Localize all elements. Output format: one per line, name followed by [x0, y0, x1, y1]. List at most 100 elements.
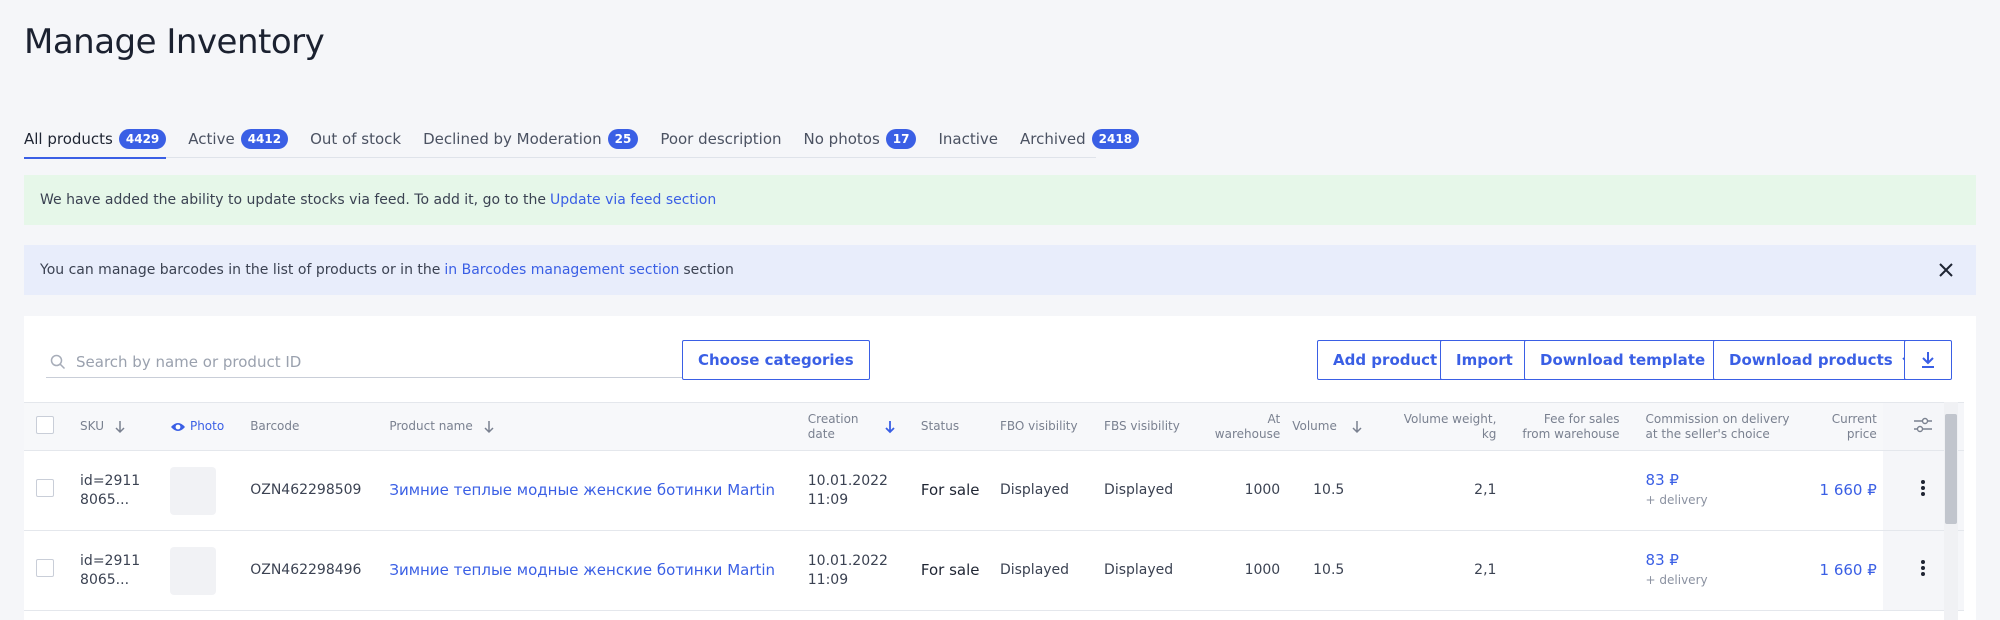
sku-line1: id=2911	[80, 552, 141, 569]
volume-cell: 10.5	[1286, 450, 1385, 531]
at-warehouse-header: At warehouse	[1198, 402, 1287, 451]
row-select-cell	[24, 530, 75, 611]
fee-cell	[1502, 530, 1626, 611]
commission-cell: 83 ₽ + delivery	[1625, 450, 1801, 531]
table-row[interactable]: id=2911 8065... OZN462298509 Зимние тепл…	[24, 450, 1964, 531]
creation-date-cell: 10.01.2022 11:09	[801, 530, 915, 611]
download-products-button[interactable]: Download products	[1713, 340, 1929, 380]
sort-down-icon	[484, 420, 494, 433]
date: 10.01.2022	[807, 552, 888, 569]
barcodes-management-link[interactable]: in Barcodes management section	[444, 262, 679, 278]
page-title: Manage Inventory	[24, 22, 325, 62]
sku-line1: id=2911	[80, 472, 141, 489]
product-photo-placeholder[interactable]	[170, 466, 217, 515]
tab-inactive[interactable]: Inactive	[938, 120, 998, 158]
sku-line2: 8065...	[80, 571, 130, 588]
fee-cell	[1502, 450, 1626, 531]
tab-declined-by-moderation[interactable]: Declined by Moderation 25	[423, 120, 639, 158]
scrollbar-thumb[interactable]	[1945, 414, 1957, 524]
header-label: FBS visibility	[1104, 419, 1180, 433]
tab-out-of-stock[interactable]: Out of stock	[310, 120, 401, 158]
tab-label: Declined by Moderation	[423, 129, 602, 148]
import-button[interactable]: Import	[1440, 340, 1529, 380]
update-via-feed-link[interactable]: Update via feed section	[550, 192, 716, 208]
sku-header[interactable]: SKU	[74, 402, 165, 451]
current-price-cell[interactable]: 1 660 ₽	[1800, 450, 1883, 531]
table-row[interactable]: id=2911 8065... OZN462298496 Зимние тепл…	[24, 530, 1964, 611]
kebab-menu-icon[interactable]	[1913, 558, 1933, 578]
commission-value[interactable]: 83 ₽	[1646, 551, 1679, 569]
at-warehouse-cell: 1000	[1198, 530, 1287, 611]
volume-header[interactable]: Volume	[1286, 402, 1385, 451]
commission-header: Commission on delivery at the seller's c…	[1625, 402, 1801, 451]
products-card: Choose categories Add product Import Dow…	[24, 316, 1976, 620]
status-cell: For sale	[914, 450, 994, 531]
tab-label: Archived	[1020, 129, 1086, 148]
tab-label: Out of stock	[310, 129, 402, 148]
sort-down-icon	[115, 420, 125, 433]
page: Manage Inventory All products 4429 Activ…	[0, 0, 2000, 620]
header-label-line2: from warehouse	[1522, 426, 1620, 441]
header-label-line2: date	[807, 426, 835, 441]
select-all-checkbox[interactable]	[36, 415, 54, 434]
header-label-line2: kg	[1481, 426, 1497, 441]
tab-label: Active	[188, 129, 235, 148]
commission-value[interactable]: 83 ₽	[1646, 471, 1679, 489]
header-label: FBO visibility	[999, 419, 1078, 433]
settings-sliders-icon[interactable]	[1913, 417, 1933, 433]
select-all-cell	[24, 402, 75, 451]
product-name-link[interactable]: Зимние теплые модные женские ботинки Mar…	[383, 530, 802, 611]
volume-weight-cell: 2,1	[1384, 450, 1503, 531]
row-checkbox[interactable]	[36, 558, 54, 577]
add-product-button[interactable]: Add product	[1317, 340, 1454, 380]
volume-weight-header: Volume weight, kg	[1384, 402, 1503, 451]
product-name-header[interactable]: Product name	[383, 402, 802, 451]
tab-archived[interactable]: Archived 2418	[1020, 120, 1140, 158]
status-header: Status	[914, 402, 994, 451]
product-photo-placeholder[interactable]	[170, 546, 217, 595]
sku-cell: id=2911 8065...	[74, 450, 165, 531]
alert-suffix: section	[683, 262, 734, 278]
fbo-visibility-header: FBO visibility	[993, 402, 1099, 451]
download-button[interactable]	[1904, 340, 1952, 380]
row-checkbox[interactable]	[36, 478, 54, 497]
tab-label: Inactive	[938, 129, 998, 148]
toolbar: Choose categories Add product Import Dow…	[24, 338, 1976, 382]
tab-label: No photos	[803, 129, 880, 148]
table-scrollbar[interactable]	[1944, 402, 1958, 620]
search-input[interactable]	[76, 352, 656, 371]
header-label-line1: Fee for sales	[1543, 411, 1620, 426]
row-select-cell	[24, 450, 75, 531]
header-label: Creation date	[808, 412, 859, 442]
close-icon[interactable]	[1936, 260, 1956, 280]
commission-note: + delivery	[1645, 493, 1708, 507]
header-label-line2: warehouse	[1214, 426, 1281, 441]
download-template-button[interactable]: Download template	[1524, 340, 1742, 380]
at-warehouse-cell: 1000	[1198, 450, 1287, 531]
header-label: SKU	[80, 419, 104, 433]
count-badge: 17	[885, 128, 917, 149]
kebab-menu-icon[interactable]	[1913, 478, 1933, 498]
creation-date-header[interactable]: Creation date	[801, 402, 915, 451]
count-badge: 4429	[118, 128, 167, 149]
tab-poor-description[interactable]: Poor description	[660, 120, 781, 158]
table-header-row: SKU Photo Barcode Product name Creation …	[24, 402, 1964, 451]
button-label: Download template	[1540, 351, 1706, 369]
current-price-cell[interactable]: 1 660 ₽	[1800, 530, 1883, 611]
tab-no-photos[interactable]: No photos 17	[804, 120, 917, 158]
search-box	[46, 346, 684, 378]
volume-cell: 10.5	[1286, 530, 1385, 611]
photo-header[interactable]: Photo	[164, 402, 245, 451]
header-label: Volume	[1292, 419, 1337, 433]
count-badge: 2418	[1091, 128, 1140, 149]
current-price-header: Current price	[1800, 402, 1883, 451]
product-name-link[interactable]: Зимние теплые модные женские ботинки Mar…	[383, 450, 802, 531]
fbs-visibility-cell: Displayed	[1098, 450, 1199, 531]
tab-all-products[interactable]: All products 4429	[24, 120, 167, 159]
products-table: SKU Photo Barcode Product name Creation …	[24, 402, 1964, 611]
eye-icon	[171, 422, 186, 431]
choose-categories-button[interactable]: Choose categories	[682, 340, 870, 380]
fbo-visibility-cell: Displayed	[993, 530, 1099, 611]
tab-active[interactable]: Active 4412	[188, 120, 289, 158]
barcode-cell: OZN462298496	[244, 530, 384, 611]
